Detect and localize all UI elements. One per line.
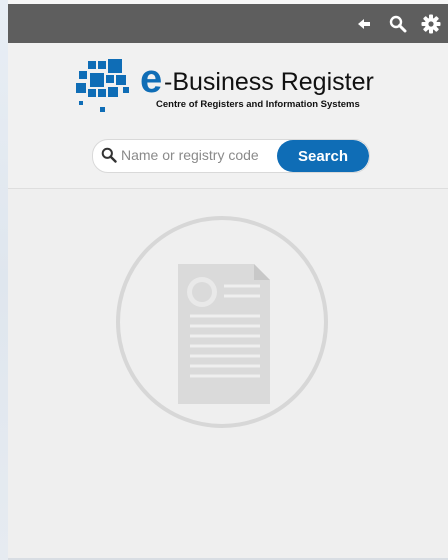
toolbar-search-button[interactable] (385, 4, 411, 43)
gear-icon (421, 14, 441, 33)
back-button[interactable] (351, 4, 377, 43)
logo-mosaic-icon (76, 59, 129, 112)
arrow-left-icon (358, 18, 370, 29)
brand-subtitle: Centre of Registers and Information Syst… (156, 99, 360, 110)
top-toolbar (8, 4, 448, 43)
brand-title: -Business Register (164, 68, 374, 96)
header-area: e -Business Register Centre of Registers… (8, 43, 448, 189)
search-bar: Search (92, 139, 370, 173)
empty-state-illustration (114, 214, 330, 430)
settings-button[interactable] (418, 4, 444, 43)
search-button[interactable]: Search (277, 140, 369, 172)
search-icon (389, 15, 407, 32)
e-business-register-logo: e -Business Register Centre of Registers… (76, 57, 396, 123)
document-certificate-icon (116, 216, 328, 428)
left-edge-strip (0, 0, 8, 560)
search-icon (101, 147, 117, 163)
brand-letter-e: e (140, 57, 163, 101)
search-input[interactable] (121, 140, 275, 170)
